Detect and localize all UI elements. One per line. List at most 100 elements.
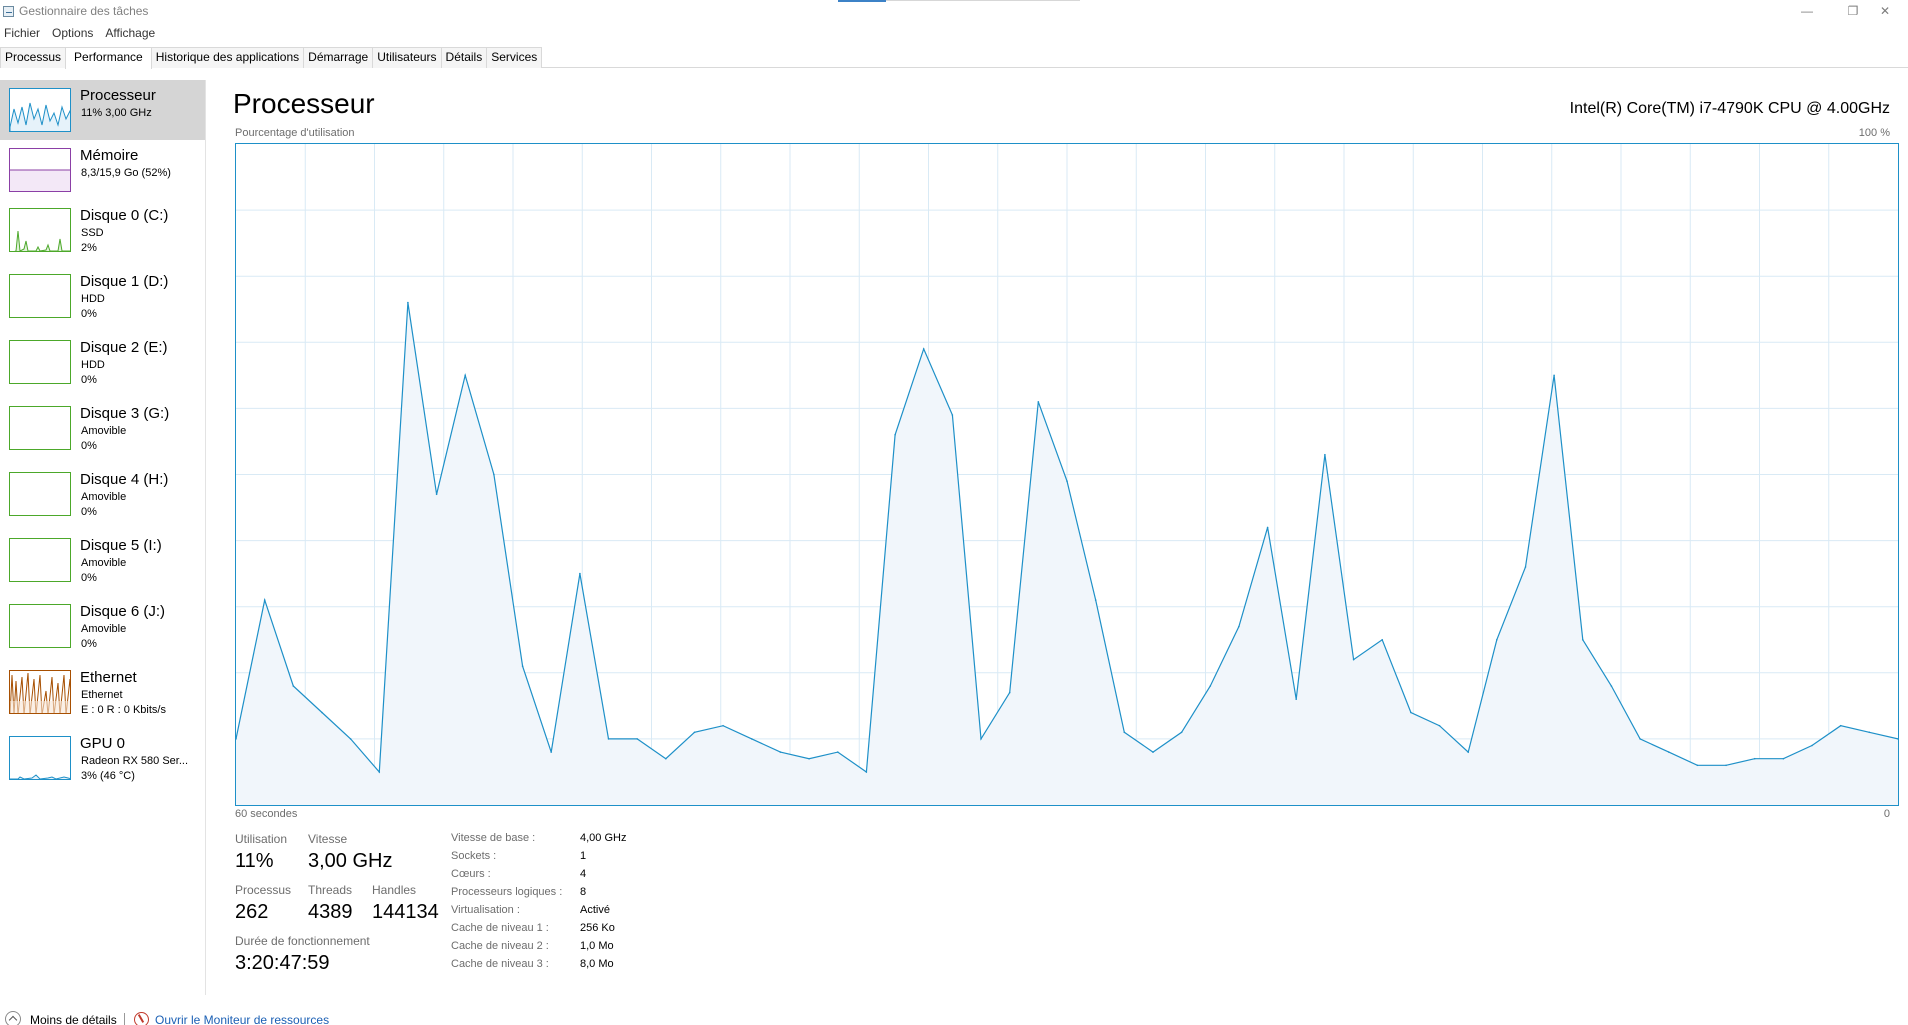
cpu-data-point	[292, 685, 295, 687]
tab-processus[interactable]: Processus	[0, 47, 67, 68]
utilisation-value: 11%	[235, 850, 274, 872]
detail-value: 1,0 Mo	[580, 940, 614, 952]
cpu-data-point	[263, 599, 266, 601]
cpu-data-point	[1266, 526, 1269, 529]
disk-mini-graph	[9, 208, 71, 252]
cpu-data-point	[980, 738, 982, 740]
handles-value: 144134	[372, 901, 439, 923]
tab-services[interactable]: Services	[486, 47, 543, 68]
menu-fichier[interactable]: Fichier	[0, 24, 44, 42]
sidebar-item-detail: 11% 3,00 GHz	[81, 107, 152, 119]
cpu-data-point	[865, 771, 868, 773]
less-details-link[interactable]: Moins de détails	[30, 1013, 117, 1025]
disk-mini-graph	[9, 406, 71, 450]
cpu-data-point	[464, 374, 466, 377]
detail-value: 8	[580, 886, 587, 898]
detail-label: Cœurs :	[451, 868, 491, 880]
vitesse-label: Vitesse	[308, 832, 348, 846]
handles-label: Handles	[372, 883, 417, 897]
chevron-up-icon[interactable]	[5, 1011, 21, 1025]
cpu-data-point	[1582, 639, 1584, 641]
cpu-data-point	[722, 724, 724, 727]
sidebar-item-label: Disque 3 (G:)	[80, 405, 170, 422]
sidebar-item-disque-2[interactable]: Disque 2 (E:) HDD 0%	[0, 332, 205, 392]
cpu-data-point	[1524, 566, 1527, 568]
gpu-mini-graph	[9, 736, 71, 780]
sidebar-item-detail: 0%	[81, 572, 97, 584]
resource-monitor-icon[interactable]	[134, 1012, 149, 1025]
sidebar-item-disque-5[interactable]: Disque 5 (I:) Amovible 0%	[0, 530, 205, 590]
window-title: Gestionnaire des tâches	[19, 4, 149, 18]
detail-label: Cache de niveau 1 :	[451, 922, 549, 934]
task-manager-icon	[3, 6, 14, 17]
menu-options[interactable]: Options	[48, 24, 97, 42]
cpu-data-point	[435, 493, 438, 496]
sidebar-item-memoire[interactable]: Mémoire 8,3/15,9 Go (52%)	[0, 140, 205, 200]
tab-bar: Processus Performance Historique des app…	[0, 47, 1908, 69]
tab-historique[interactable]: Historique des applications	[150, 47, 305, 68]
sidebar-item-gpu-0[interactable]: GPU 0 Radeon RX 580 Ser... 3% (46 °C)	[0, 728, 205, 788]
cpu-data-point	[1782, 757, 1785, 760]
cpu-data-point	[751, 738, 753, 740]
cpu-data-point	[1152, 751, 1154, 753]
page-title: Processeur	[233, 88, 375, 119]
sidebar-item-disque-4[interactable]: Disque 4 (H:) Amovible 0%	[0, 464, 205, 524]
sidebar-item-detail: Amovible	[81, 623, 127, 635]
graph-time-label: 60 secondes	[235, 808, 298, 820]
sidebar-item-disque-6[interactable]: Disque 6 (J:) Amovible 0%	[0, 596, 205, 656]
graph-max-label: 100 %	[1858, 127, 1890, 139]
footer-separator	[124, 1013, 125, 1025]
cpu-data-point	[1295, 698, 1297, 700]
cpu-data-point	[1123, 731, 1126, 734]
cpu-data-point	[693, 731, 696, 734]
sidebar-item-processeur[interactable]: Processeur 11% 3,00 GHz	[0, 80, 205, 140]
sidebar-item-detail: 0%	[81, 440, 97, 452]
disk-mini-graph	[9, 274, 71, 318]
cpu-data-point	[1496, 639, 1498, 641]
resource-sidebar: Processeur 11% 3,00 GHz Mémoire 8,3/15,9…	[0, 80, 206, 995]
close-button[interactable]: ✕	[1862, 2, 1908, 20]
sidebar-item-ethernet[interactable]: Ethernet Ethernet E : 0 R : 0 Kbits/s	[0, 662, 205, 722]
graph-zero-label: 0	[1883, 808, 1890, 820]
memory-mini-graph	[9, 148, 71, 192]
resource-monitor-link[interactable]: Ouvrir le Moniteur de ressources	[155, 1013, 329, 1025]
sidebar-item-disque-1[interactable]: Disque 1 (D:) HDD 0%	[0, 266, 205, 326]
cpu-data-point	[1811, 744, 1813, 747]
tab-utilisateurs[interactable]: Utilisateurs	[372, 47, 442, 68]
minimize-button[interactable]: —	[1784, 2, 1830, 20]
cpu-data-point	[1438, 724, 1441, 727]
cpu-data-point	[894, 434, 896, 436]
disk-mini-graph	[9, 604, 71, 648]
tab-demarrage[interactable]: Démarrage	[303, 47, 374, 68]
title-accent	[838, 0, 886, 2]
cpu-data-point	[321, 711, 323, 714]
cpu-data-point	[1381, 639, 1383, 641]
sidebar-item-disque-3[interactable]: Disque 3 (G:) Amovible 0%	[0, 398, 205, 458]
cpu-mini-graph	[9, 88, 71, 132]
sidebar-item-detail: Amovible	[81, 557, 127, 569]
cpu-data-point	[1639, 738, 1641, 740]
sidebar-item-label: Disque 1 (D:)	[80, 273, 169, 290]
ethernet-mini-graph	[9, 670, 71, 714]
cpu-data-point	[1410, 711, 1412, 714]
sidebar-item-disque-0[interactable]: Disque 0 (C:) SSD 2%	[0, 200, 205, 260]
cpu-data-point	[1008, 691, 1011, 694]
cpu-data-point	[1238, 625, 1240, 628]
sidebar-item-label: Disque 6 (J:)	[80, 603, 166, 620]
sidebar-item-label: Mémoire	[80, 147, 139, 164]
menu-affichage[interactable]: Affichage	[101, 24, 159, 42]
cpu-data-point	[1324, 453, 1326, 456]
cpu-data-point	[493, 473, 495, 476]
cpu-data-point	[808, 757, 810, 760]
detail-value: 4,00 GHz	[580, 832, 627, 844]
sidebar-item-detail: SSD	[81, 227, 104, 239]
cpu-data-point	[1725, 764, 1727, 767]
cpu-utilization-graph	[235, 143, 1899, 806]
sidebar-item-detail: HDD	[81, 359, 105, 371]
cpu-data-point	[1467, 751, 1469, 753]
tab-details[interactable]: Détails	[440, 47, 488, 68]
menu-bar: Fichier Options Affichage	[0, 24, 159, 42]
cpu-data-point	[665, 757, 667, 760]
cpu-data-point	[1753, 757, 1756, 760]
tab-performance[interactable]: Performance	[65, 47, 152, 69]
